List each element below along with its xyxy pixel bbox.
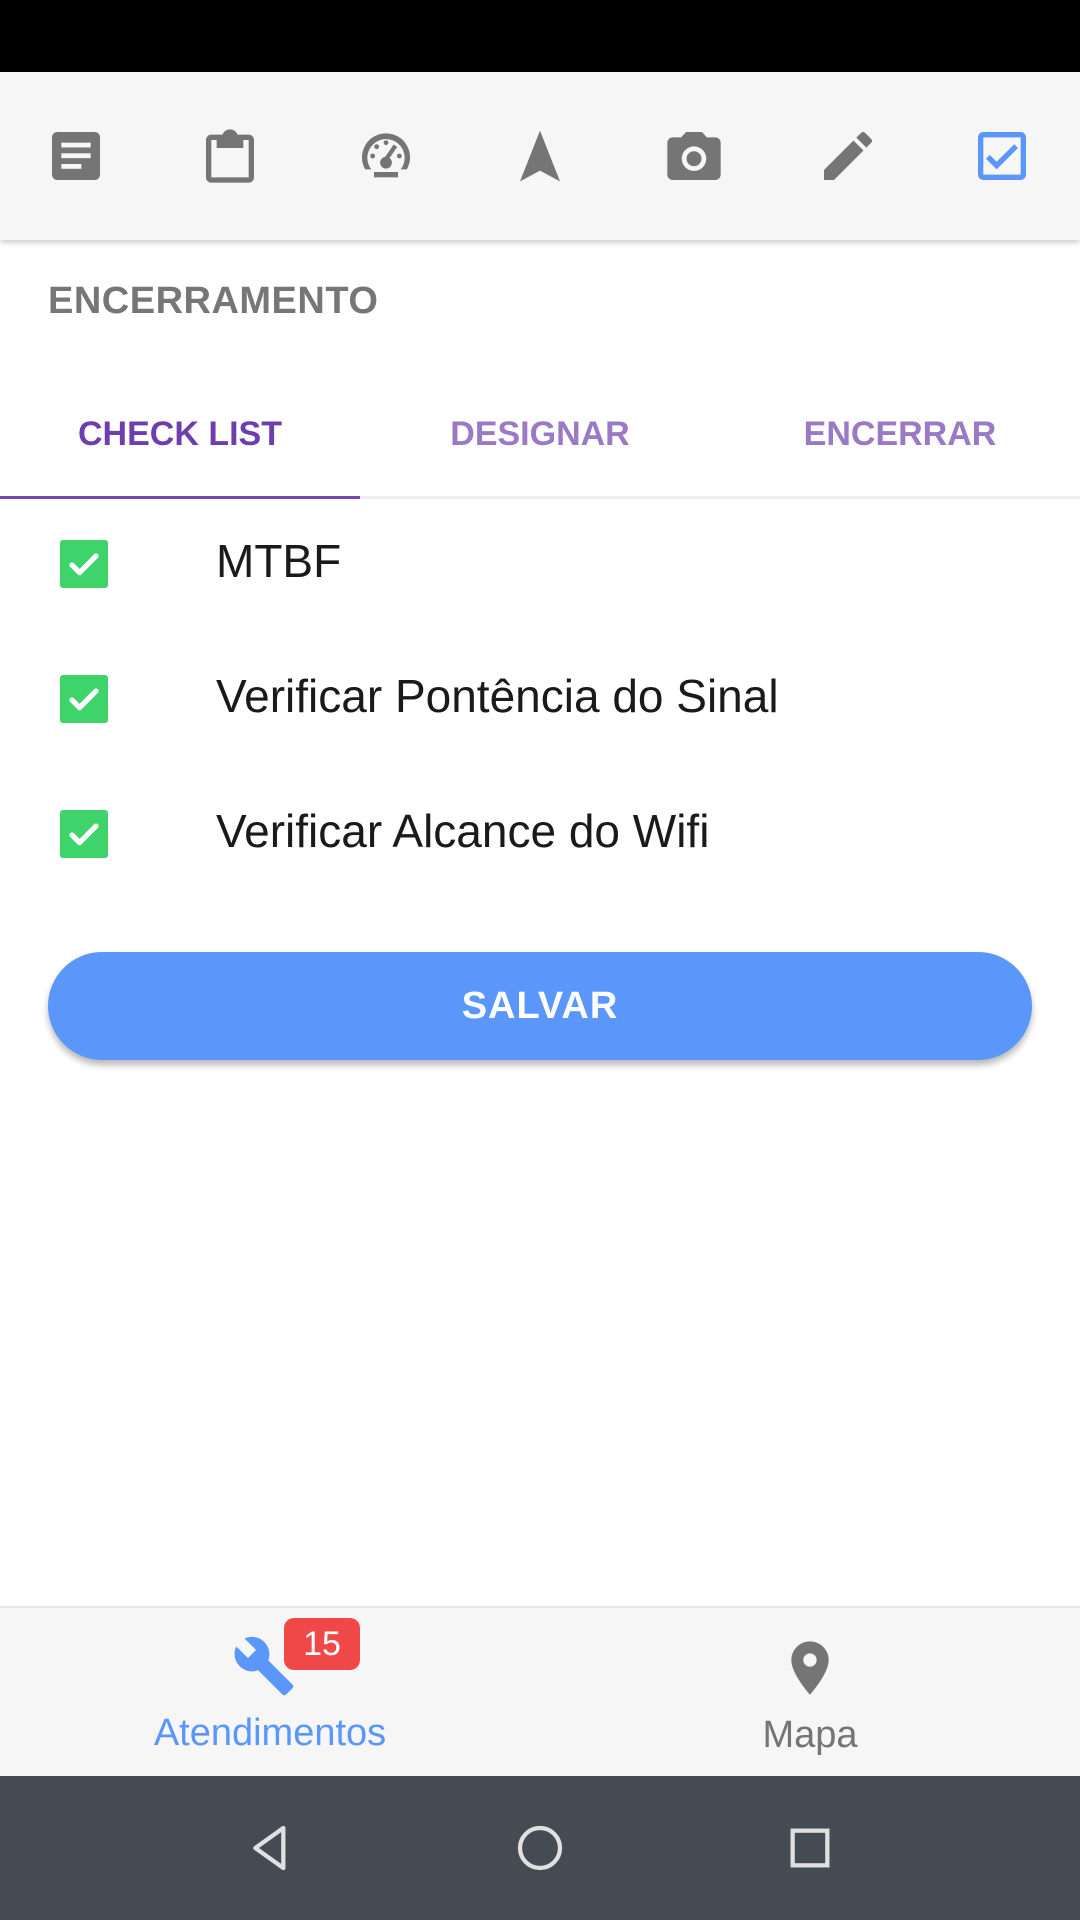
checklist-item: MTBF [0,508,1080,618]
top-toolbar [0,72,1080,240]
checklist-item-label: MTBF [216,535,342,587]
checklist-item: Verificar Pontência do Sinal [0,643,1080,753]
system-navigation-bar [0,1776,1080,1920]
tab-check-list[interactable]: CHECK LIST [0,372,360,496]
checkbox-verificar-alcance[interactable] [60,810,108,858]
tab-designar[interactable]: DESIGNAR [360,372,720,496]
checkbox-mtbf[interactable] [60,540,108,588]
recents-icon[interactable] [778,1816,842,1880]
tab-encerrar[interactable]: ENCERRAR [720,372,1080,496]
pencil-icon[interactable] [816,124,880,188]
bottom-navigation: 15 Atendimentos Mapa [0,1606,1080,1778]
section-title: ENCERRAMENTO [48,280,379,322]
tab-bar: CHECK LIST DESIGNAR ENCERRAR [0,372,1080,499]
speedometer-icon[interactable] [354,124,418,188]
checkmark-icon [69,688,99,711]
checkmark-icon [69,553,99,576]
navigation-icon[interactable] [508,124,572,188]
nav-label-mapa: Mapa [762,1714,858,1756]
home-icon[interactable] [508,1816,572,1880]
save-button[interactable]: SALVAR [48,952,1032,1060]
nav-item-atendimentos[interactable]: 15 Atendimentos [0,1608,540,1778]
back-icon[interactable] [238,1816,302,1880]
checkmark-icon [69,823,99,846]
nav-label-atendimentos: Atendimentos [153,1712,387,1754]
checklist-item-label: Verificar Alcance do Wifi [216,805,710,857]
checklist-item-label: Verificar Pontência do Sinal [216,670,779,722]
clipboard-icon[interactable] [198,124,262,188]
notes-icon[interactable] [44,124,108,188]
nav-item-mapa[interactable]: Mapa [540,1608,1080,1778]
active-tab-indicator [0,496,360,499]
checkbox-icon[interactable] [970,124,1034,188]
camera-icon[interactable] [662,124,726,188]
checklist-item: Verificar Alcance do Wifi [0,778,1080,888]
notification-badge: 15 [284,1618,360,1670]
status-bar [0,0,1080,72]
checkbox-verificar-potencia[interactable] [60,675,108,723]
map-pin-icon [778,1636,842,1700]
